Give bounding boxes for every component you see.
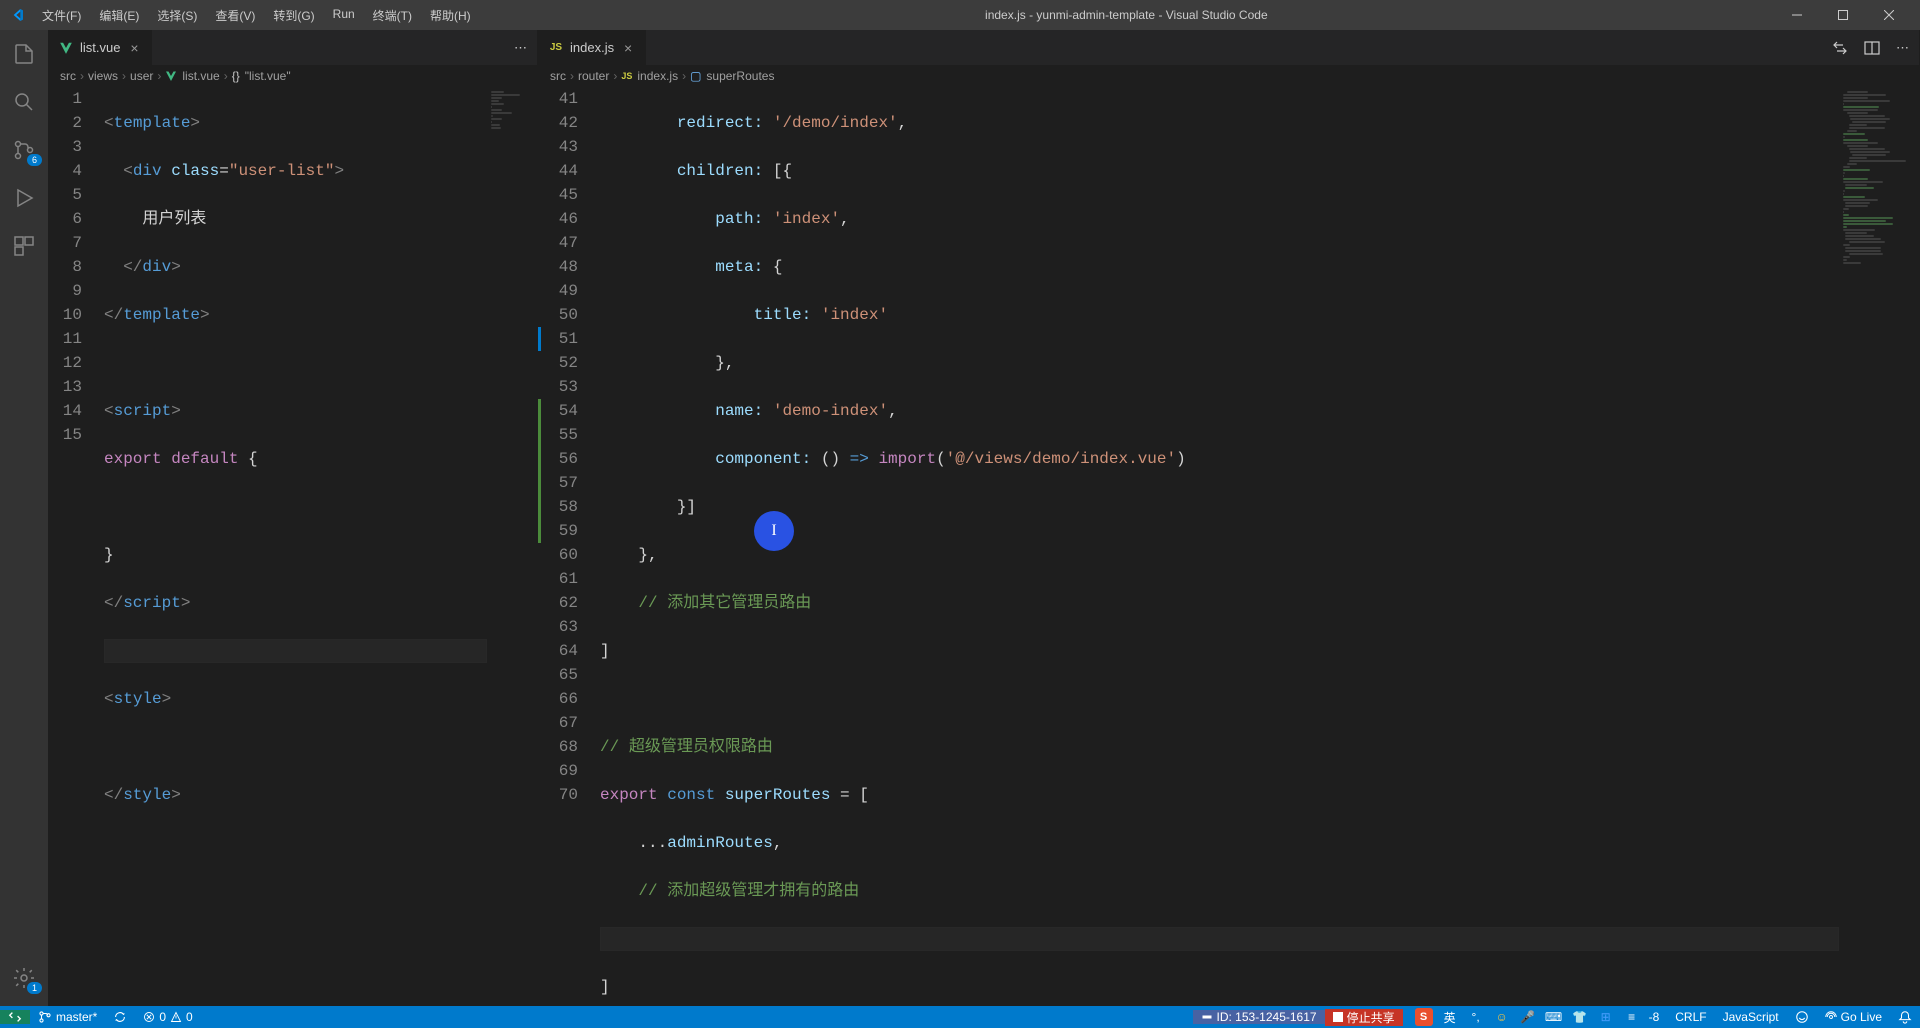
statusbar: master* 0 0 ID: 153-1245-1617 停止共享 S 英 °… bbox=[0, 1006, 1920, 1028]
go-live-button[interactable]: Go Live bbox=[1817, 1010, 1890, 1024]
compare-changes-icon[interactable] bbox=[1832, 40, 1848, 56]
menu-run[interactable]: Run bbox=[325, 3, 363, 28]
js-file-icon: JS bbox=[548, 40, 564, 56]
vscode-logo-icon bbox=[8, 6, 26, 24]
breadcrumb-item[interactable]: user bbox=[130, 69, 153, 83]
remote-indicator[interactable] bbox=[0, 1010, 30, 1024]
menu-edit[interactable]: 编辑(E) bbox=[91, 3, 147, 28]
warning-count: 0 bbox=[186, 1010, 193, 1024]
breadcrumb-item[interactable]: src bbox=[60, 69, 76, 83]
breadcrumb-left[interactable]: src› views› user› list.vue› {} "list.vue… bbox=[48, 65, 537, 87]
breadcrumb-item[interactable]: ▢ superRoutes bbox=[690, 69, 774, 83]
language-mode-button[interactable]: JavaScript bbox=[1715, 1010, 1787, 1024]
menu-view[interactable]: 查看(V) bbox=[207, 3, 263, 28]
ime-emoji-icon[interactable]: ☺ bbox=[1493, 1008, 1511, 1026]
split-editor-icon[interactable] bbox=[1864, 40, 1880, 56]
titlebar: 文件(F) 编辑(E) 选择(S) 查看(V) 转到(G) Run 终端(T) … bbox=[0, 0, 1920, 30]
window-controls bbox=[1774, 0, 1912, 30]
sync-button[interactable] bbox=[105, 1010, 135, 1024]
branch-name: master* bbox=[56, 1010, 97, 1024]
breadcrumb-item[interactable]: {} "list.vue" bbox=[232, 69, 291, 83]
line-gutter: 41 42 43 44 45 46 47 48 49 50 51 52 53 5… bbox=[538, 87, 596, 1006]
ime-lang-icon[interactable]: 英 bbox=[1441, 1008, 1459, 1026]
vue-file-icon bbox=[58, 40, 74, 56]
minimap-right[interactable] bbox=[1839, 87, 1919, 1006]
feedback-icon[interactable] bbox=[1787, 1010, 1817, 1024]
js-file-icon: JS bbox=[621, 71, 632, 81]
git-branch[interactable]: master* bbox=[30, 1010, 105, 1024]
activity-bar: 6 1 bbox=[0, 30, 48, 1006]
ime-punct-icon[interactable]: °, bbox=[1467, 1008, 1485, 1026]
editor-area-right[interactable]: 41 42 43 44 45 46 47 48 49 50 51 52 53 5… bbox=[538, 87, 1919, 1006]
more-actions-icon[interactable]: ⋯ bbox=[1896, 40, 1909, 56]
breadcrumb-item[interactable]: router bbox=[578, 69, 609, 83]
encoding-button[interactable]: -8 bbox=[1641, 1010, 1668, 1024]
error-count: 0 bbox=[159, 1010, 166, 1024]
eol-button[interactable]: CRLF bbox=[1667, 1010, 1714, 1024]
tabs-left: list.vue × ⋯ bbox=[48, 30, 537, 65]
tab-label: list.vue bbox=[80, 40, 120, 55]
ime-skin-icon[interactable]: 👕 bbox=[1571, 1008, 1589, 1026]
tabs-right: JS index.js × ⋯ bbox=[538, 30, 1919, 65]
tab-label: index.js bbox=[570, 40, 614, 55]
search-icon[interactable] bbox=[0, 78, 48, 126]
close-icon[interactable]: × bbox=[126, 40, 142, 56]
ime-keyboard-icon[interactable]: ⌨ bbox=[1545, 1008, 1563, 1026]
vue-file-icon bbox=[165, 70, 177, 82]
ime-mic-icon[interactable]: 🎤 bbox=[1519, 1008, 1537, 1026]
window-title: index.js - yunmi-admin-template - Visual… bbox=[479, 8, 1774, 22]
minimap-left[interactable] bbox=[487, 87, 537, 1006]
menubar: 文件(F) 编辑(E) 选择(S) 查看(V) 转到(G) Run 终端(T) … bbox=[34, 3, 479, 28]
braces-icon: {} bbox=[232, 69, 240, 83]
cursor-indicator: I bbox=[754, 511, 794, 551]
minimize-button[interactable] bbox=[1774, 0, 1820, 30]
ime-sogou-icon[interactable]: S bbox=[1415, 1008, 1433, 1026]
menu-file[interactable]: 文件(F) bbox=[34, 3, 89, 28]
breadcrumb-right[interactable]: src› router› JS index.js› ▢ superRoutes bbox=[538, 65, 1919, 87]
notifications-icon[interactable] bbox=[1890, 1010, 1920, 1024]
breadcrumb-item[interactable]: views bbox=[88, 69, 118, 83]
scm-badge: 6 bbox=[27, 154, 42, 166]
breadcrumb-item[interactable]: src bbox=[550, 69, 566, 83]
tabs-actions-left: ⋯ bbox=[504, 40, 537, 56]
code-content[interactable]: redirect: '/demo/index', children: [{ pa… bbox=[596, 87, 1839, 1006]
settings-badge: 1 bbox=[27, 982, 42, 994]
liveshare-id[interactable]: ID: 153-1245-1617 bbox=[1193, 1010, 1325, 1024]
menu-go[interactable]: 转到(G) bbox=[265, 3, 322, 28]
more-actions-icon[interactable]: ⋯ bbox=[514, 40, 527, 56]
code-content[interactable]: <template> <div class="user-list"> 用户列表 … bbox=[100, 87, 487, 1006]
breadcrumb-item[interactable]: JS index.js bbox=[621, 69, 678, 83]
tab-index-js[interactable]: JS index.js × bbox=[538, 30, 647, 65]
problems-button[interactable]: 0 0 bbox=[135, 1010, 200, 1024]
tabs-actions-right: ⋯ bbox=[1822, 40, 1919, 56]
maximize-button[interactable] bbox=[1820, 0, 1866, 30]
extensions-icon[interactable] bbox=[0, 222, 48, 270]
editor-groups: list.vue × ⋯ src› views› user› list.vue›… bbox=[48, 30, 1920, 1006]
menu-terminal[interactable]: 终端(T) bbox=[365, 3, 420, 28]
stop-share-button[interactable]: 停止共享 bbox=[1325, 1009, 1403, 1026]
variable-icon: ▢ bbox=[690, 69, 701, 83]
close-icon[interactable]: × bbox=[620, 40, 636, 56]
main-area: 6 1 list.vue × ⋯ bbox=[0, 30, 1920, 1006]
close-button[interactable] bbox=[1866, 0, 1912, 30]
run-debug-icon[interactable] bbox=[0, 174, 48, 222]
ime-toolbox-icon[interactable]: ⊞ bbox=[1597, 1008, 1615, 1026]
editor-group-right: JS index.js × ⋯ src› router› JS index.js… bbox=[538, 30, 1920, 1006]
line-gutter: 1 2 3 4 5 6 7 8 9 10 11 12 13 14 15 bbox=[48, 87, 100, 1006]
menu-help[interactable]: 帮助(H) bbox=[422, 3, 479, 28]
breadcrumb-item[interactable]: list.vue bbox=[165, 69, 219, 83]
menu-selection[interactable]: 选择(S) bbox=[149, 3, 205, 28]
explorer-icon[interactable] bbox=[0, 30, 48, 78]
editor-area-left[interactable]: 1 2 3 4 5 6 7 8 9 10 11 12 13 14 15 <tem… bbox=[48, 87, 537, 1006]
ime-toolbar: S 英 °, ☺ 🎤 ⌨ 👕 ⊞ ≡ bbox=[1415, 1008, 1641, 1026]
ime-settings-icon[interactable]: ≡ bbox=[1623, 1008, 1641, 1026]
settings-gear-icon[interactable]: 1 bbox=[0, 954, 48, 1002]
editor-group-left: list.vue × ⋯ src› views› user› list.vue›… bbox=[48, 30, 538, 1006]
source-control-icon[interactable]: 6 bbox=[0, 126, 48, 174]
tab-list-vue[interactable]: list.vue × bbox=[48, 30, 153, 65]
